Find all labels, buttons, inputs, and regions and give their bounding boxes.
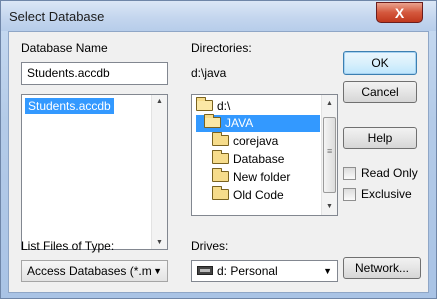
cancel-button[interactable]: Cancel	[343, 81, 417, 103]
network-button[interactable]: Network...	[343, 257, 421, 279]
drive-icon	[197, 266, 213, 275]
database-name-label: Database Name	[21, 41, 108, 55]
exclusive-label: Exclusive	[361, 187, 412, 201]
file-list-scrollbar[interactable]: ▲ ▼	[151, 95, 167, 249]
dialog-body: Database Name Students.accdb Students.ac…	[8, 31, 429, 293]
help-button[interactable]: Help	[343, 127, 417, 149]
drives-select[interactable]: d: Personal ▼	[191, 260, 338, 282]
scroll-up-icon[interactable]: ▲	[322, 100, 337, 107]
close-button[interactable]: X	[376, 2, 423, 23]
file-list[interactable]: Students.accdb ▲ ▼	[21, 94, 168, 250]
directory-list[interactable]: d:\ JAVA corejava Database New folder Ol…	[191, 94, 338, 216]
directories-label: Directories:	[191, 41, 252, 55]
file-type-select[interactable]: Access Databases (*.m ▼	[21, 260, 168, 282]
ok-button[interactable]: OK	[343, 51, 417, 75]
drives-label: Drives:	[191, 239, 229, 253]
database-name-value: Students.accdb	[27, 66, 110, 80]
file-type-label: List Files of Type:	[21, 239, 115, 253]
directory-item[interactable]: New folder	[212, 168, 290, 186]
open-folder-icon	[196, 97, 213, 111]
scroll-thumb[interactable]: ≡	[323, 117, 336, 193]
current-path: d:\java	[191, 66, 227, 80]
scroll-down-icon[interactable]: ▼	[322, 203, 337, 210]
database-name-input[interactable]: Students.accdb	[21, 62, 168, 85]
scroll-down-icon[interactable]: ▼	[152, 239, 167, 246]
exclusive-checkbox[interactable]	[343, 188, 356, 201]
scroll-up-icon[interactable]: ▲	[152, 98, 167, 105]
directory-item[interactable]: Old Code	[212, 186, 284, 204]
folder-icon	[212, 132, 229, 146]
chevron-down-icon: ▼	[323, 266, 332, 276]
folder-icon	[212, 186, 229, 200]
select-database-dialog: Select Database X Database Name Students…	[0, 0, 437, 299]
folder-icon	[212, 168, 229, 182]
directory-scrollbar[interactable]: ▲ ≡ ▼	[321, 95, 337, 215]
directory-item[interactable]: Database	[212, 150, 284, 168]
chevron-down-icon: ▼	[153, 266, 162, 276]
close-icon: X	[394, 5, 405, 21]
directory-item-selected[interactable]: JAVA	[196, 114, 320, 132]
read-only-checkbox[interactable]	[343, 167, 356, 180]
directory-item[interactable]: corejava	[212, 132, 278, 150]
window-title: Select Database	[9, 9, 105, 24]
file-type-value: Access Databases (*.m	[27, 264, 152, 278]
directory-item[interactable]: d:\	[196, 97, 230, 115]
title-bar[interactable]: Select Database X	[1, 1, 436, 31]
file-list-item[interactable]: Students.accdb	[25, 98, 114, 114]
folder-icon	[212, 150, 229, 164]
drives-value: d: Personal	[217, 264, 278, 278]
read-only-label: Read Only	[361, 166, 418, 180]
open-folder-icon	[204, 114, 221, 128]
